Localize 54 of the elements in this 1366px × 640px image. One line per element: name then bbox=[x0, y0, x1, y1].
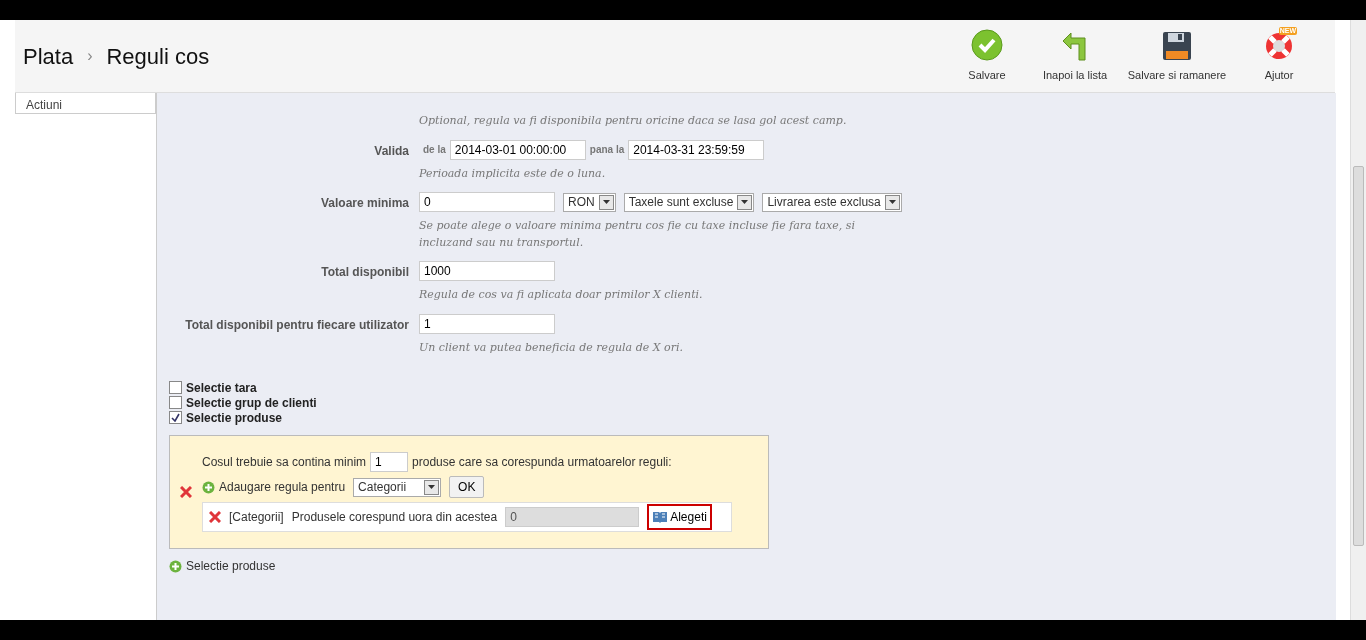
breadcrumb-item: Reguli cos bbox=[106, 42, 210, 71]
hint-text: Optional, regula va fi disponibila pentru oricine daca se lasa gol acest camp. bbox=[419, 113, 847, 129]
field-caption: de la bbox=[423, 143, 446, 157]
hint-text: Regula de cos va fi aplicata doar primilor X clienti. bbox=[419, 287, 703, 303]
toolbar-button[interactable]: Salvare si ramanere bbox=[1123, 30, 1231, 84]
rule-text: Produsele corespund uora din acestea bbox=[291, 509, 498, 526]
rule-text: Cosul trebuie sa contina minim bbox=[202, 454, 367, 471]
hint-text: Perioada implicita este de o luna. bbox=[419, 165, 607, 182]
checkbox-label: Selectie grup de clienti bbox=[186, 394, 317, 412]
sidebar-tab[interactable]: Actiuni bbox=[16, 93, 155, 113]
caret-icon bbox=[888, 200, 896, 204]
toolbar-button[interactable]: Inapoi la lista bbox=[1035, 30, 1115, 84]
field-label: Total disponibil pentru fiecare utilizator bbox=[184, 316, 410, 334]
caret-icon bbox=[741, 200, 749, 204]
dropdown[interactable]: Livrarea este exclusa bbox=[762, 192, 902, 212]
input-field[interactable]: 1000 bbox=[419, 261, 555, 281]
toolbar-button[interactable]: Salvare bbox=[947, 28, 1027, 84]
dropdown[interactable]: Categorii bbox=[353, 477, 442, 497]
choose-button[interactable]: Alegeti bbox=[647, 504, 712, 530]
checkmark-icon bbox=[971, 28, 1003, 61]
date-field[interactable]: 2014-03-01 00:00:00 bbox=[449, 139, 586, 160]
checkbox[interactable] bbox=[169, 381, 182, 394]
add-label: Adaugare regula pentru bbox=[219, 479, 346, 496]
dropdown[interactable]: Taxele sunt excluse bbox=[623, 192, 755, 212]
delete-icon[interactable] bbox=[180, 486, 192, 498]
scrollbar[interactable] bbox=[1350, 20, 1366, 620]
add-icon[interactable] bbox=[202, 480, 215, 494]
hint-text: Se poate alege o valoare minima pentru cos fie cu taxe incluse fie fara taxe, si incluzand sau nu transportul. bbox=[419, 218, 856, 251]
date-field[interactable]: 2014-03-31 23:59:59 bbox=[628, 139, 765, 160]
breadcrumb-item[interactable]: Plata bbox=[23, 39, 74, 73]
field-label: Valoare minima bbox=[319, 195, 410, 212]
checkbox[interactable] bbox=[169, 396, 182, 409]
add-icon[interactable] bbox=[169, 559, 182, 573]
rule-type: [Categorii] bbox=[229, 509, 284, 526]
rule-text: produse care sa corespunda urmatoarelor reguli: bbox=[412, 454, 672, 471]
return-arrow-icon bbox=[1061, 30, 1089, 61]
checkbox-label: Selectie tara bbox=[186, 379, 257, 397]
quantity-field[interactable]: 1 bbox=[370, 452, 409, 472]
ok-button[interactable]: OK bbox=[449, 476, 485, 498]
field-caption: pana la bbox=[589, 143, 625, 157]
caret-icon bbox=[602, 200, 610, 204]
book-icon bbox=[652, 511, 669, 523]
dropdown[interactable]: RON bbox=[563, 192, 616, 212]
delete-icon[interactable] bbox=[209, 511, 221, 523]
checkbox-label: Selectie produse bbox=[186, 410, 283, 427]
field-label: Total disponibil bbox=[320, 264, 410, 281]
add-link[interactable]: Selectie produse bbox=[186, 557, 276, 575]
checkbox[interactable] bbox=[169, 411, 182, 424]
input-field[interactable]: 1 bbox=[419, 313, 555, 334]
breadcrumb-separator: › bbox=[87, 46, 93, 66]
hint-text: Un client va putea beneficia de regula de X ori. bbox=[419, 339, 683, 356]
field-label: Valida bbox=[373, 142, 410, 160]
caret-icon bbox=[428, 485, 436, 489]
input-field[interactable]: 0 bbox=[419, 192, 555, 212]
